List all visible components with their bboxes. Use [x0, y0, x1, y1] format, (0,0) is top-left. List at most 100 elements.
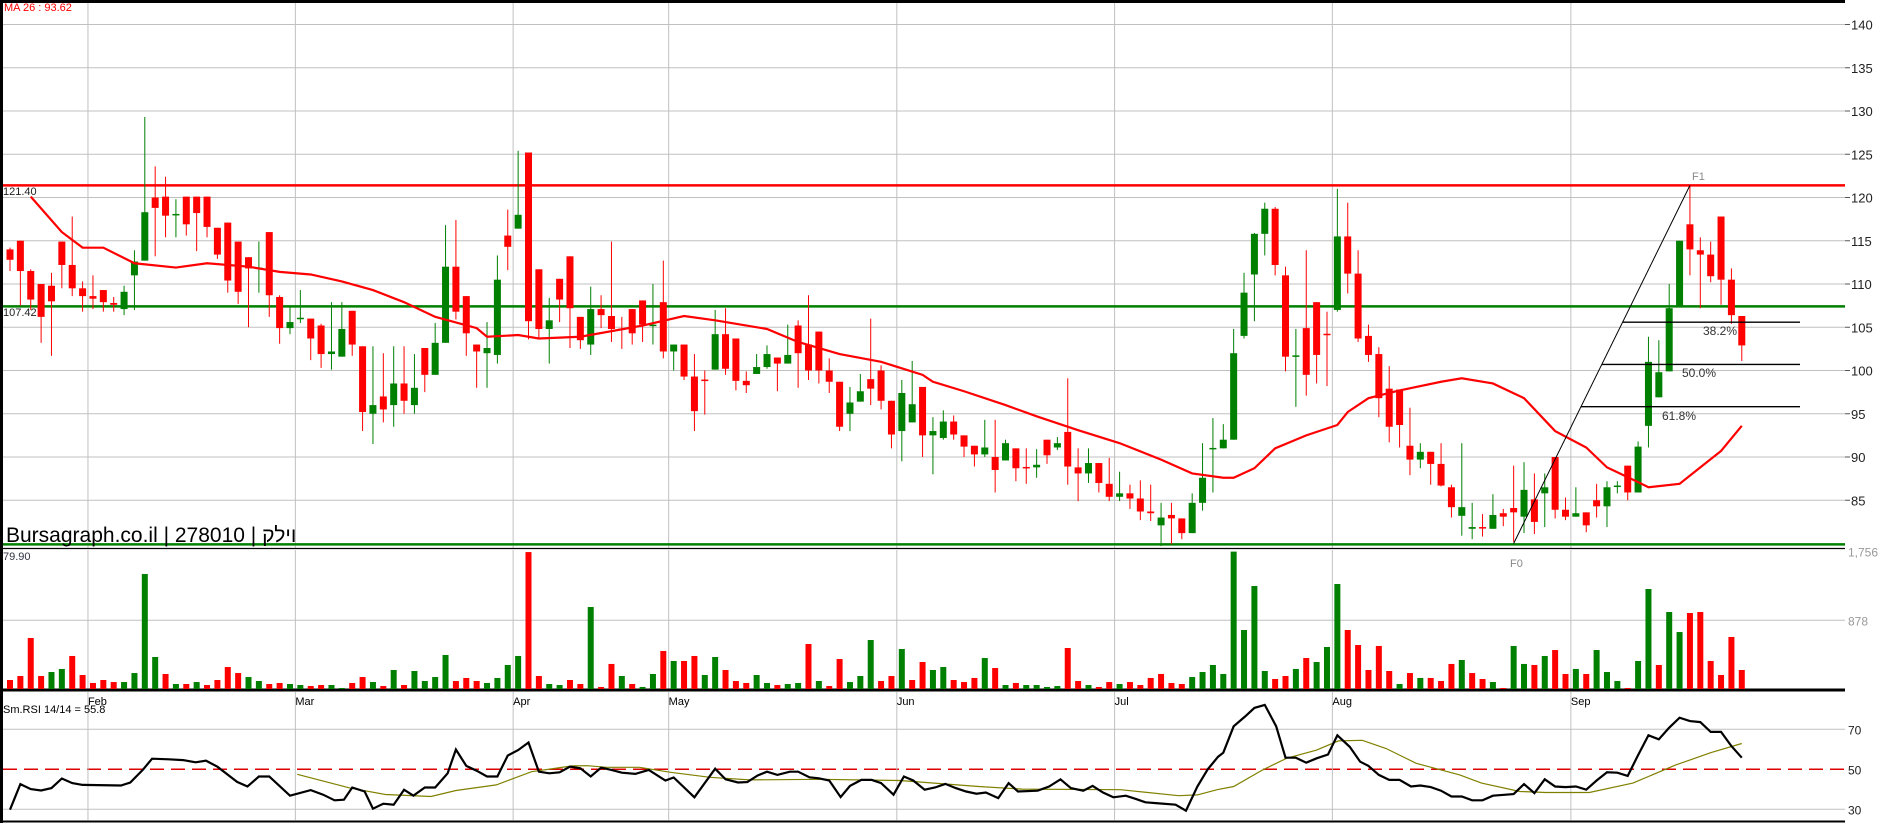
candle-body	[473, 344, 481, 352]
volume-bar	[1002, 685, 1009, 689]
volume-bar	[1386, 671, 1393, 689]
volume-bar	[1531, 664, 1538, 689]
volume-bar	[961, 682, 968, 689]
candle-body	[1707, 254, 1715, 277]
resistance-line-label: 121.40	[3, 186, 37, 198]
candle-body	[1479, 527, 1487, 529]
candle-body	[348, 310, 356, 345]
volume-bar	[1541, 655, 1548, 689]
volume-bar	[1552, 650, 1559, 689]
candle-body	[1489, 514, 1497, 529]
candle-body	[1292, 355, 1300, 357]
volume-bar	[940, 667, 947, 689]
candle-body	[1199, 477, 1207, 503]
volume-bar	[58, 668, 65, 689]
volume-bar	[1085, 685, 1092, 689]
volume-bar	[89, 682, 96, 689]
volume-bar	[110, 682, 117, 689]
chart-title-watermark: Bursagraph.co.il | 278010 | וילק	[6, 524, 297, 547]
volume-bar	[286, 683, 293, 689]
volume-bar	[691, 655, 698, 689]
candle-body	[390, 383, 398, 406]
candle-body	[742, 380, 750, 386]
volume-bar	[1572, 668, 1579, 689]
candle-body	[1084, 463, 1092, 474]
candle-body	[1167, 514, 1175, 519]
volume-bar	[152, 656, 159, 689]
candle-body	[1510, 508, 1518, 513]
month-label: Apr	[513, 696, 530, 708]
candle-body	[1593, 500, 1601, 507]
volume-bar	[224, 667, 231, 689]
candle-body	[670, 344, 678, 352]
support-line-label: 107.42	[3, 307, 37, 319]
month-label: Jun	[897, 696, 915, 708]
volume-bar	[629, 683, 636, 689]
candle-body	[1074, 467, 1082, 474]
candle-body	[1396, 389, 1404, 425]
volume-bar	[1697, 612, 1704, 689]
candle-body	[276, 296, 284, 329]
volume-bar	[929, 669, 936, 689]
volume-bar	[276, 682, 283, 689]
volume-bar	[546, 683, 553, 689]
volume-bar	[100, 680, 107, 689]
volume-bar	[795, 682, 802, 689]
volume-bar	[1303, 658, 1310, 689]
candle-body	[110, 303, 118, 305]
candle-body	[856, 391, 864, 402]
volume-tick-label: 878	[1848, 614, 1868, 628]
volume-bar	[577, 683, 584, 689]
candle-body	[950, 421, 958, 435]
volume-bar	[183, 683, 190, 689]
candle-body	[1230, 353, 1238, 440]
volume-bar	[1427, 677, 1434, 689]
volume-bar	[1095, 686, 1102, 689]
volume-bar	[27, 637, 34, 689]
candle-body	[1240, 292, 1248, 336]
volume-bar	[1458, 659, 1465, 689]
volume-bar	[1199, 672, 1206, 689]
ma-legend-label: MA 26 : 93.62	[4, 2, 72, 14]
candle-body	[1354, 273, 1362, 339]
candle-body	[773, 357, 781, 364]
volume-bar	[193, 682, 200, 689]
volume-bar	[1469, 673, 1476, 689]
volume-bar	[1241, 630, 1248, 689]
candle-body	[1696, 250, 1704, 255]
candle-body	[690, 376, 698, 412]
volume-bar	[722, 669, 729, 689]
volume-bar	[1603, 672, 1610, 689]
volume-bar	[1676, 632, 1683, 689]
candle-body	[265, 232, 273, 296]
volume-bar	[1033, 685, 1040, 689]
volume-bar	[1106, 682, 1113, 689]
candle-body	[141, 212, 149, 261]
candle-body	[939, 421, 947, 438]
volume-bar	[1666, 612, 1673, 689]
volume-bar	[1396, 683, 1403, 689]
candle-body	[1043, 439, 1051, 456]
volume-bar	[1126, 682, 1133, 689]
fib-f1-label: F1	[1692, 171, 1705, 183]
candle-body	[1219, 439, 1227, 449]
rsi-tick-label: 50	[1848, 763, 1862, 777]
volume-bar	[318, 685, 325, 689]
volume-bar	[48, 672, 55, 689]
candle-body	[763, 354, 771, 368]
month-label: May	[669, 696, 690, 708]
volume-bar	[660, 650, 667, 689]
candle-body	[1437, 463, 1445, 486]
volume-bar	[1448, 663, 1455, 689]
volume-bar	[390, 669, 397, 689]
volume-bar	[1406, 673, 1413, 689]
candle-body	[421, 348, 429, 375]
volume-bar	[1023, 685, 1030, 689]
candle-body	[1209, 447, 1217, 450]
candle-body	[753, 367, 761, 374]
candle-body	[1136, 498, 1144, 512]
volume-bar	[1686, 613, 1693, 689]
month-label: Sep	[1571, 696, 1591, 708]
volume-bar	[484, 682, 491, 689]
volume-bar	[1178, 683, 1185, 689]
